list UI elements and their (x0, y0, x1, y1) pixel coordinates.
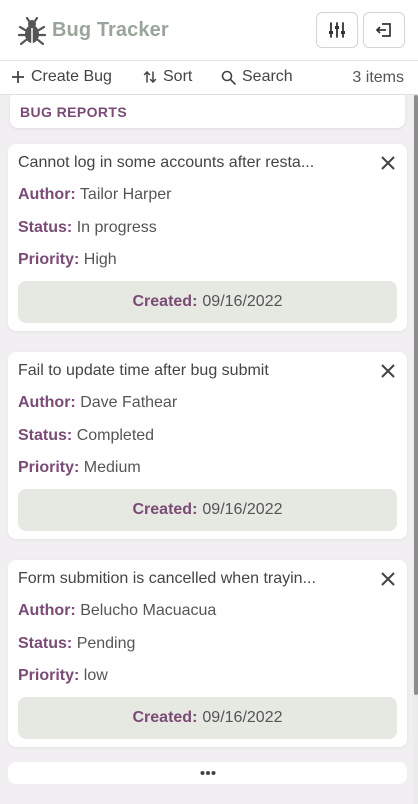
bug-status: Status: Completed (18, 427, 155, 444)
section-header: BUG REPORTS (10, 95, 405, 128)
app-title: Bug Tracker (52, 19, 169, 41)
create-bug-label: Create Bug (31, 68, 112, 85)
bug-title: Form submition is cancelled when trayin.… (18, 570, 316, 587)
sort-label: Sort (163, 68, 193, 85)
bug-card[interactable]: Cannot log in some accounts after resta.… (8, 144, 407, 331)
sort-button[interactable]: Sort (143, 68, 192, 86)
search-button[interactable]: Search (221, 68, 293, 86)
bug-priority: Priority: Medium (18, 459, 141, 476)
toolbar: Create Bug Sort Search 3 items (0, 61, 418, 95)
scrollbar-thumb[interactable] (414, 95, 418, 695)
bug-priority: Priority: High (18, 251, 117, 268)
logout-icon (375, 23, 391, 37)
sort-icon (143, 70, 157, 84)
bug-created: Created: 09/16/2022 (18, 697, 397, 739)
bug-created: Created: 09/16/2022 (18, 489, 397, 531)
plus-icon (12, 71, 24, 83)
bug-status: Status: Pending (18, 635, 136, 652)
item-count: 3 items (352, 69, 404, 86)
close-icon[interactable] (380, 155, 396, 171)
search-label: Search (242, 68, 293, 85)
close-icon[interactable] (380, 571, 396, 587)
more-dots-icon (200, 771, 215, 775)
bug-author: Author: Belucho Macuacua (18, 602, 217, 619)
bug-icon (17, 16, 47, 46)
logout-button[interactable] (363, 12, 405, 48)
bug-priority: Priority: low (18, 667, 108, 684)
bug-title: Cannot log in some accounts after resta.… (18, 154, 315, 171)
bug-card[interactable]: Fail to update time after bug submit Aut… (8, 352, 407, 539)
filter-settings-button[interactable] (316, 12, 358, 48)
bug-created: Created: 09/16/2022 (18, 281, 397, 323)
close-icon[interactable] (380, 363, 396, 379)
bug-status: Status: In progress (18, 219, 157, 236)
app-header: Bug Tracker (0, 0, 418, 61)
create-bug-button[interactable]: Create Bug (11, 68, 112, 86)
load-more-button[interactable] (8, 762, 407, 784)
bug-author: Author: Tailor Harper (18, 186, 172, 203)
section-title: BUG REPORTS (20, 104, 128, 120)
search-icon (221, 70, 236, 85)
sliders-icon (329, 22, 345, 38)
bug-author: Author: Dave Fathear (18, 394, 178, 411)
bug-title: Fail to update time after bug submit (18, 362, 269, 379)
bug-card[interactable]: Form submition is cancelled when trayin.… (8, 560, 407, 747)
